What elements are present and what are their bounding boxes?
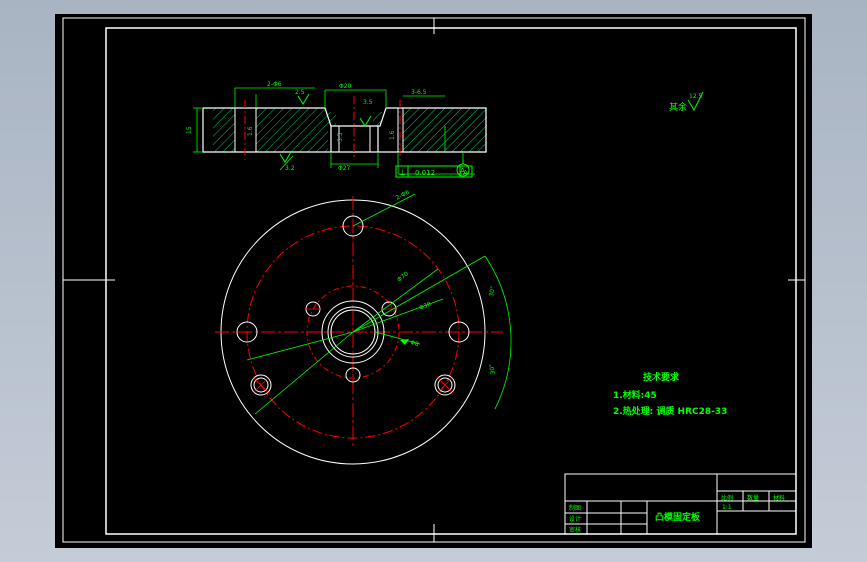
dim-holes-callout: 2-Φ6 <box>267 81 282 88</box>
roughness-symbol <box>359 115 372 127</box>
plan-angle-lower: 30° <box>488 363 497 375</box>
datum-label: A <box>460 167 465 175</box>
dim-height: 15 <box>186 126 193 134</box>
row-designed: 设计 <box>569 515 581 523</box>
tech-requirement-line: 1.材料:45 <box>613 389 657 401</box>
hatch-region <box>256 108 328 152</box>
dim-step: 1.6 <box>247 126 254 136</box>
header-quantity: 数量 <box>747 494 759 502</box>
angle-ray <box>352 255 486 333</box>
angle-ray <box>254 331 354 415</box>
title-block-frame <box>564 473 797 535</box>
plan-bore: Φ8 <box>409 339 419 348</box>
leader-holes <box>352 193 416 227</box>
angle-ray <box>246 331 354 361</box>
plan-view: 2-Φ6 Φ70 Φ38 Φ8 30° 30° <box>215 189 512 465</box>
dim-center-bore: Φ20 <box>339 83 352 90</box>
tolerance-symbol: ⊥ <box>399 168 406 177</box>
section-view: 2-Φ6 2.5 Φ20 3.5 3-6.5 15 5.5 1.6 1.6 3.… <box>186 81 487 178</box>
dim-chamfer-right: 3-6.5 <box>411 89 427 96</box>
row-drawn: 制图 <box>569 504 581 512</box>
drawing-frame: 2-Φ6 2.5 Φ20 3.5 3-6.5 15 5.5 1.6 1.6 3.… <box>55 14 812 548</box>
tech-requirements: 技术要求 1.材料:45 2.热处理: 调质 HRC28-33 <box>613 371 727 417</box>
header-material: 材料 <box>773 494 785 502</box>
dim-right-depth: 1.6 <box>389 130 396 140</box>
roughness-note: 其余 12.5 <box>669 91 704 113</box>
row-checked: 审核 <box>569 526 581 534</box>
dim-hole-depth: 2.5 <box>295 89 305 96</box>
plan-pcd-outer: Φ70 <box>396 270 410 283</box>
plan-angle-upper: 30° <box>488 286 497 298</box>
part-name: 凸模固定板 <box>655 511 701 523</box>
dim-bottom-left: 3.2 <box>285 165 295 172</box>
dim-chamfer-left: 3.5 <box>363 99 373 106</box>
tech-requirements-title: 技术要求 <box>643 371 680 383</box>
tech-requirement-line: 2.热处理: 调质 HRC28-33 <box>613 405 727 417</box>
leader-arrow <box>400 339 409 345</box>
hatch-region <box>213 108 235 152</box>
roughness-label: 其余 <box>669 101 687 113</box>
dim-inner-depth: 5.5 <box>337 132 344 142</box>
cad-drawing: 2-Φ6 2.5 Φ20 3.5 3-6.5 15 5.5 1.6 1.6 3.… <box>62 17 806 543</box>
inner-border <box>105 27 797 535</box>
scale-value: 1:1 <box>722 504 732 511</box>
dim-bottom-bore: Φ27 <box>338 165 351 172</box>
tolerance-value: 0.012 <box>415 169 435 177</box>
plan-pcd-inner: Φ38 <box>418 301 432 312</box>
plan-holes-callout: 2-Φ6 <box>395 189 411 202</box>
title-block: 凸模固定板 比例 数量 材料 1:1 制图 设计 审核 <box>564 473 797 535</box>
header-scale: 比例 <box>721 494 733 502</box>
